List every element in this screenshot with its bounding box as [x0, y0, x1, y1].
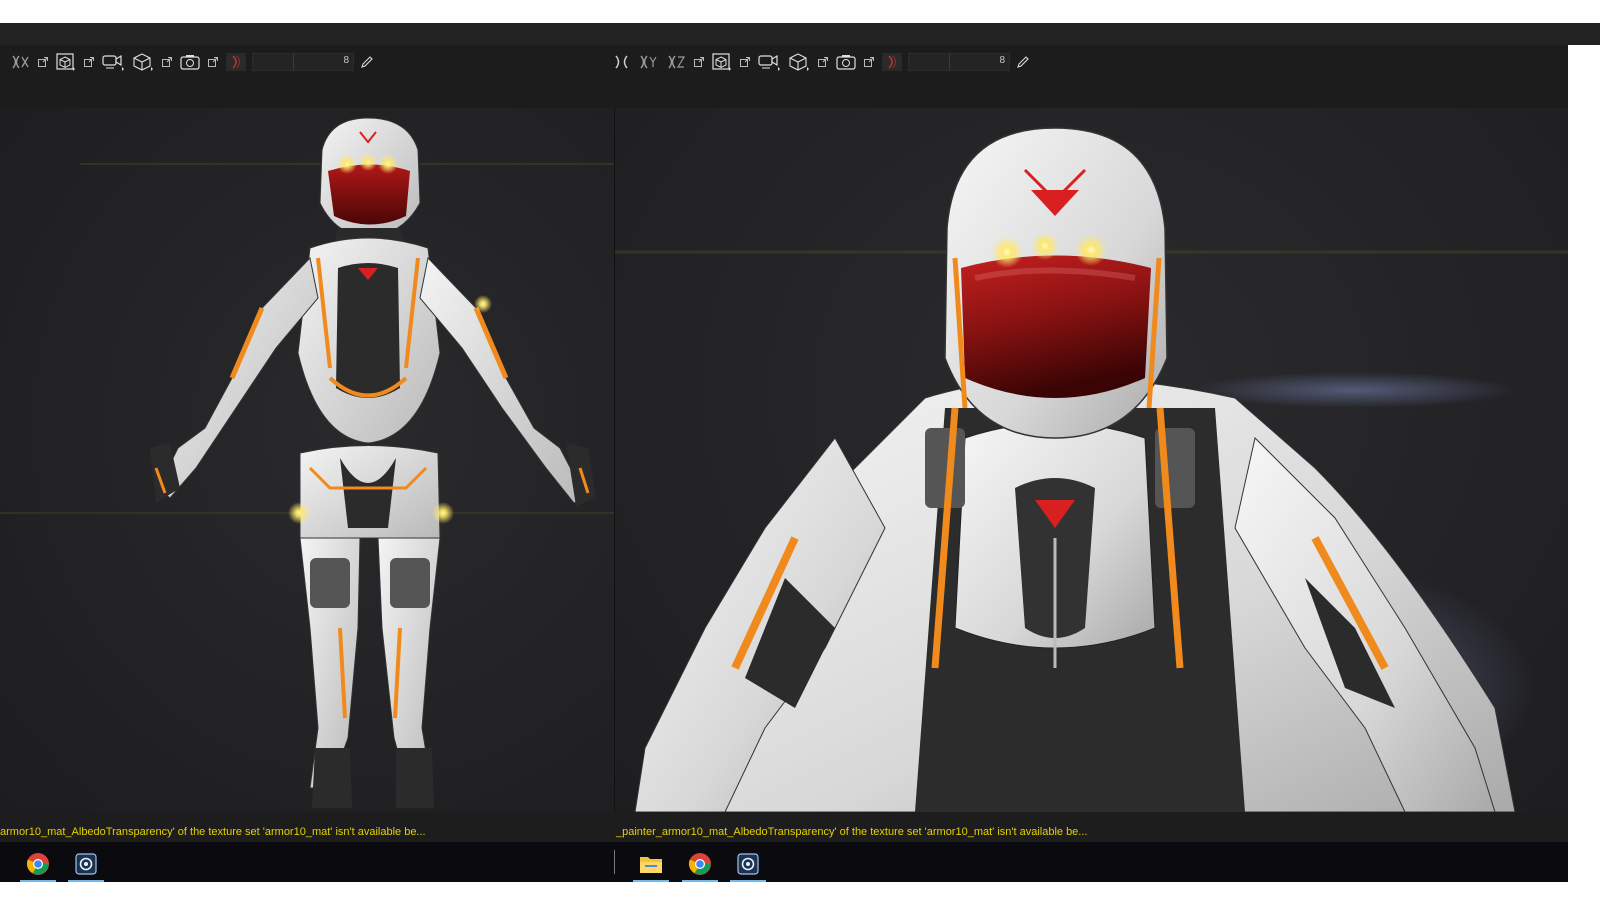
- open-external-icon[interactable]: [816, 53, 830, 71]
- sym-mirror-x-icon[interactable]: [10, 53, 30, 71]
- render-box-icon[interactable]: [712, 53, 732, 71]
- left-viewport-toolbar: 8: [10, 53, 374, 71]
- slider-divider: [949, 54, 950, 70]
- render-box-icon[interactable]: [56, 53, 76, 71]
- substance-painter-icon[interactable]: [68, 846, 104, 882]
- chrome-icon[interactable]: [682, 846, 718, 882]
- slider-divider: [293, 54, 294, 70]
- slider-value: 8: [343, 55, 349, 66]
- open-external-icon[interactable]: [36, 53, 50, 71]
- orthographic-cube-icon[interactable]: [788, 53, 810, 71]
- substance-painter-icon[interactable]: [730, 846, 766, 882]
- open-external-icon[interactable]: [692, 53, 706, 71]
- screenshot-camera-icon[interactable]: [180, 53, 200, 71]
- value-slider[interactable]: 8: [252, 53, 354, 71]
- sym-mirror-z-icon[interactable]: [666, 53, 686, 71]
- right-viewport-toolbar: 8: [612, 53, 1030, 71]
- sym-mirror-red-icon[interactable]: [882, 53, 902, 71]
- windows-taskbar: [0, 842, 1568, 882]
- camera-icon[interactable]: [758, 53, 782, 71]
- left-3d-viewport[interactable]: [0, 108, 614, 812]
- taskbar-separator: [614, 850, 615, 874]
- chrome-icon[interactable]: [20, 846, 56, 882]
- open-external-icon[interactable]: [862, 53, 876, 71]
- status-bar: armor10_mat_AlbedoTransparency' of the t…: [0, 812, 1568, 842]
- sym-mirror-y-icon[interactable]: [638, 53, 660, 71]
- sym-mirror-x-icon[interactable]: [612, 53, 632, 71]
- bottom-white-strip: [0, 882, 1600, 900]
- armor-full-body-render: [0, 117, 614, 808]
- armor-closeup-render: [615, 127, 1568, 812]
- open-external-icon[interactable]: [82, 53, 96, 71]
- right-status-message: _painter_armor10_mat_AlbedoTransparency'…: [616, 826, 1088, 838]
- top-white-strip: [0, 0, 1600, 23]
- menu-band: [0, 23, 1600, 45]
- left-status-message: armor10_mat_AlbedoTransparency' of the t…: [0, 826, 426, 838]
- camera-icon[interactable]: [102, 53, 126, 71]
- pencil-icon[interactable]: [1016, 53, 1030, 71]
- open-external-icon[interactable]: [160, 53, 174, 71]
- right-white-edge: [1568, 45, 1600, 900]
- sym-mirror-red-icon[interactable]: [226, 53, 246, 71]
- orthographic-cube-icon[interactable]: [132, 53, 154, 71]
- open-external-icon[interactable]: [206, 53, 220, 71]
- screenshot-camera-icon[interactable]: [836, 53, 856, 71]
- open-external-icon[interactable]: [738, 53, 752, 71]
- file-explorer-icon[interactable]: [633, 846, 669, 882]
- right-3d-viewport[interactable]: [615, 108, 1568, 812]
- value-slider[interactable]: 8: [908, 53, 1010, 71]
- viewport-toolbar-row: 8 8: [0, 45, 1600, 108]
- slider-value: 8: [999, 55, 1005, 66]
- pencil-icon[interactable]: [360, 53, 374, 71]
